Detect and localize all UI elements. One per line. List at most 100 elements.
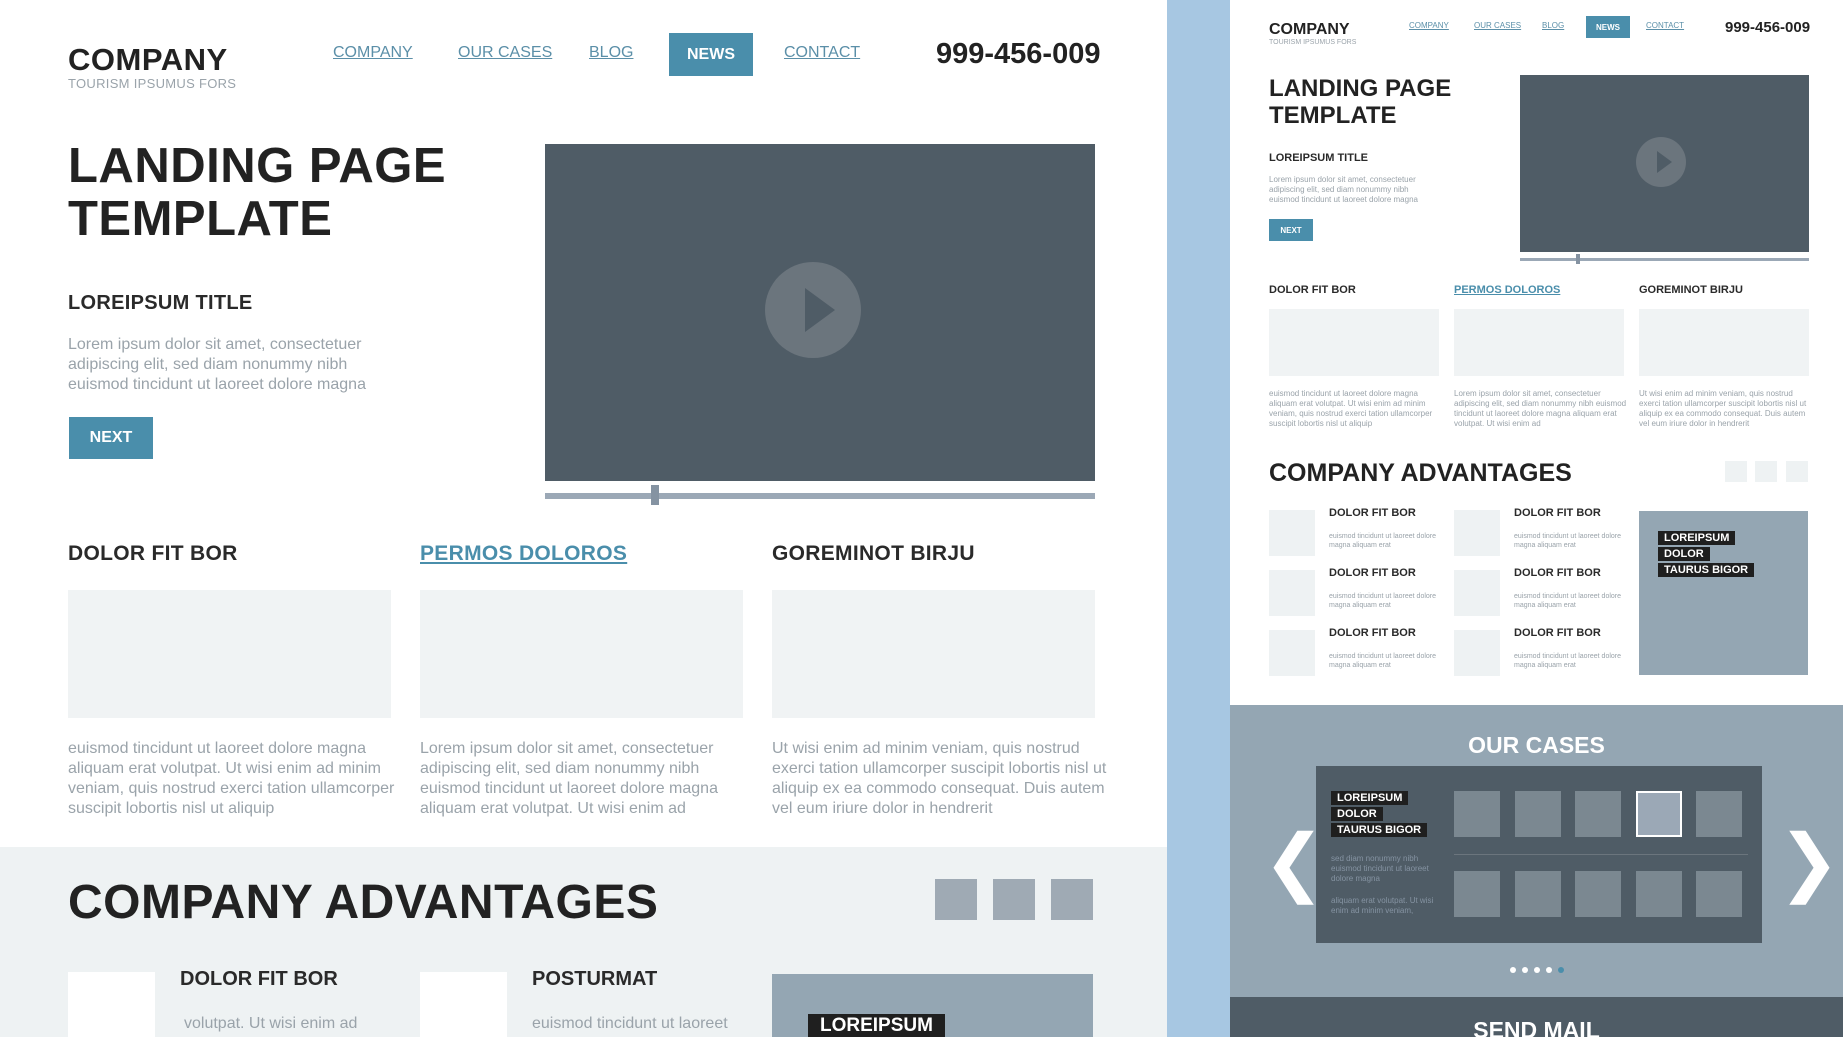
- advantages-nav-square[interactable]: [935, 879, 977, 920]
- advantages-title: COMPANY ADVANTAGES: [1269, 459, 1572, 487]
- advantages-nav-square[interactable]: [993, 879, 1035, 920]
- advantage-item-text: volutpat. Ut wisi enim ad: [184, 1015, 358, 1032]
- case-thumbnail[interactable]: [1514, 791, 1561, 837]
- slider-divider: [1454, 854, 1748, 855]
- column-text: euismod tincidunt ut laoreet dolore magn…: [1269, 389, 1433, 428]
- case-thumbnail[interactable]: [1454, 791, 1500, 837]
- nav-blog[interactable]: BLOG: [1542, 21, 1564, 30]
- feature-tag: TAURUS BIGOR: [1658, 563, 1755, 577]
- advantage-item-text: euismod tincidunt ut laoreet dolore magn…: [1514, 533, 1622, 549]
- advantage-item-text: euismod tincidunt ut laoreet dolore magn…: [1514, 653, 1622, 669]
- case-thumbnail[interactable]: [1575, 871, 1621, 917]
- pagination-dots: [1230, 960, 1843, 978]
- advantages-nav-square[interactable]: [1725, 461, 1747, 482]
- hero-title-line2: TEMPLATE: [1269, 102, 1397, 129]
- column-title: DOLOR FIT BOR: [1269, 284, 1356, 296]
- nav-our-cases[interactable]: OUR CASES: [458, 44, 552, 62]
- pagination-dot[interactable]: [1557, 967, 1564, 973]
- video-progress-track[interactable]: [545, 493, 1095, 499]
- case-thumbnail[interactable]: [1635, 871, 1682, 917]
- advantage-item-title: DOLOR FIT BOR: [1514, 507, 1601, 519]
- column-text: Ut wisi enim ad minim veniam, quis nostr…: [772, 740, 1107, 817]
- hero-title-line2: TEMPLATE: [68, 192, 333, 246]
- advantage-icon-placeholder: [1269, 510, 1315, 556]
- send-mail-section: SEND MAIL: [1230, 997, 1843, 1037]
- advantages-nav-square[interactable]: [1786, 461, 1808, 482]
- column-image-placeholder: [772, 590, 1095, 718]
- video-progress-handle[interactable]: [651, 485, 659, 505]
- pagination-dot[interactable]: [1521, 967, 1528, 973]
- advantage-item-text: euismod tincidunt ut laoreet dolore magn…: [1329, 533, 1437, 549]
- feature-tag: LOREIPSUM: [1658, 531, 1736, 545]
- hero-text: Lorem ipsum dolor sit amet, consectetuer…: [68, 336, 366, 393]
- phone-number: 999-456-009: [1725, 19, 1811, 36]
- case-thumbnail[interactable]: [1696, 871, 1742, 917]
- nav-company[interactable]: COMPANY: [1409, 21, 1449, 30]
- desktop-mockup: COMPANY TOURISM IPSUMUS FORS COMPANY OUR…: [0, 0, 1167, 1037]
- case-thumbnail[interactable]: [1635, 791, 1682, 837]
- advantages-feature-card[interactable]: LOREIPSUM DOLOR TAURUS BIGOR: [1639, 511, 1808, 675]
- advantage-item-title: DOLOR FIT BOR: [1329, 567, 1416, 579]
- nav-our-cases[interactable]: OUR CASES: [1474, 21, 1521, 30]
- advantage-icon-placeholder: [1454, 630, 1500, 676]
- case-thumbnail[interactable]: [1696, 791, 1742, 837]
- advantage-icon-placeholder: [68, 972, 155, 1037]
- advantage-item-text: euismod tincidunt ut laoreet dolore magn…: [1329, 653, 1437, 669]
- video-player[interactable]: [545, 144, 1095, 481]
- advantage-item-title: DOLOR FIT BOR: [1514, 627, 1601, 639]
- nav-news[interactable]: NEWS: [1586, 16, 1630, 38]
- advantages-title: COMPANY ADVANTAGES: [68, 876, 659, 929]
- video-progress-handle[interactable]: [1575, 254, 1580, 264]
- brand[interactable]: COMPANY TOURISM IPSUMUS FORS: [68, 44, 236, 92]
- column-image-placeholder: [68, 590, 391, 718]
- case-thumbnail[interactable]: [1575, 791, 1621, 837]
- nav-news[interactable]: NEWS: [669, 33, 753, 76]
- feature-tag: LOREIPSUM: [808, 1014, 945, 1037]
- column-image-placeholder: [1269, 309, 1439, 376]
- advantage-item-title: POSTURMAT: [532, 968, 658, 990]
- pagination-dot[interactable]: [1533, 967, 1540, 973]
- hero-title-line1: LANDING PAGE: [1269, 75, 1452, 102]
- play-icon[interactable]: [1636, 137, 1686, 187]
- phone-number: 999-456-009: [936, 38, 1101, 70]
- feature-tag: DOLOR: [1658, 547, 1710, 561]
- pagination-dot[interactable]: [1545, 967, 1552, 973]
- nav-contact[interactable]: CONTACT: [1646, 21, 1684, 30]
- send-mail-title: SEND MAIL: [1473, 1017, 1600, 1037]
- next-button[interactable]: NEXT: [1269, 219, 1313, 241]
- advantages-nav-square[interactable]: [1755, 461, 1777, 482]
- column-title-link[interactable]: PERMOS DOLOROS: [1454, 284, 1560, 296]
- column-text: Lorem ipsum dolor sit amet, consectetuer…: [420, 740, 718, 817]
- case-tags: LOREIPSUM DOLOR TAURUS BIGOR: [1331, 791, 1428, 839]
- brand[interactable]: COMPANY TOURISM IPSUMUS FORS: [1269, 21, 1356, 46]
- advantage-item-title: DOLOR FIT BOR: [180, 968, 338, 990]
- chevron-right-icon[interactable]: ❯: [1778, 825, 1840, 899]
- advantages-nav-square[interactable]: [1051, 879, 1093, 920]
- case-thumbnail[interactable]: [1454, 871, 1500, 917]
- play-triangle: [805, 288, 835, 332]
- brand-name: COMPANY: [1269, 21, 1350, 38]
- brand-tagline: TOURISM IPSUMUS FORS: [1269, 39, 1357, 46]
- nav-blog[interactable]: BLOG: [589, 44, 633, 62]
- hero-subtitle: LOREIPSUM TITLE: [68, 292, 253, 314]
- nav-company[interactable]: COMPANY: [333, 44, 413, 62]
- case-text: sed diam nonummy nibh euismod tincidunt …: [1331, 854, 1429, 883]
- pagination-dot[interactable]: [1509, 967, 1516, 973]
- advantage-item-text: euismod tincidunt ut laoreet dolore magn…: [1329, 593, 1437, 609]
- hero-text: Lorem ipsum dolor sit amet, consectetuer…: [1269, 175, 1418, 204]
- video-progress-track[interactable]: [1520, 258, 1809, 261]
- video-player[interactable]: [1520, 75, 1809, 252]
- column-image-placeholder: [1639, 309, 1809, 376]
- case-thumbnail[interactable]: [1514, 871, 1561, 917]
- advantage-item-title: DOLOR FIT BOR: [1514, 567, 1601, 579]
- nav-contact[interactable]: CONTACT: [784, 44, 860, 62]
- advantage-icon-placeholder: [1269, 630, 1315, 676]
- case-tag: DOLOR: [1331, 807, 1383, 821]
- next-button[interactable]: NEXT: [69, 417, 153, 459]
- column-title-link[interactable]: PERMOS DOLOROS: [420, 542, 627, 566]
- advantage-icon-placeholder: [420, 972, 507, 1037]
- column-title: DOLOR FIT BOR: [68, 542, 238, 565]
- play-icon[interactable]: [765, 262, 861, 358]
- advantage-item-title: DOLOR FIT BOR: [1329, 627, 1416, 639]
- advantages-feature-card[interactable]: LOREIPSUM: [772, 974, 1093, 1037]
